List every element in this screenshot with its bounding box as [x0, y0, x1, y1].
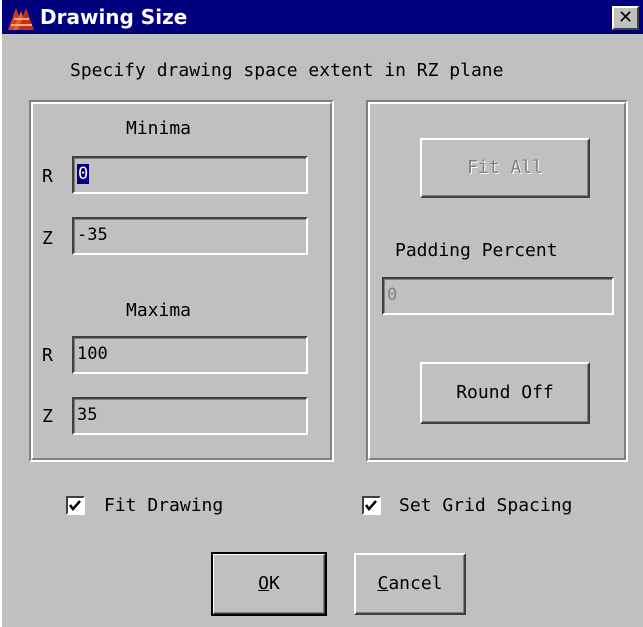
- minima-z-input[interactable]: -35: [72, 217, 308, 255]
- padding-percent-label: Padding Percent: [395, 240, 558, 261]
- ok-mnemonic: O: [258, 573, 269, 594]
- maxima-z-input[interactable]: 35: [72, 397, 308, 435]
- ok-button[interactable]: OK: [211, 552, 327, 616]
- ok-label-rest: K: [269, 573, 280, 594]
- close-button[interactable]: ✕: [612, 6, 639, 30]
- fit-all-button[interactable]: Fit All: [420, 138, 590, 198]
- set-grid-spacing-checkbox[interactable]: [362, 496, 381, 515]
- set-grid-spacing-label[interactable]: Set Grid Spacing: [399, 495, 572, 517]
- checkmark-icon: [69, 500, 81, 511]
- minima-r-input[interactable]: 0: [72, 156, 308, 194]
- fit-drawing-label[interactable]: Fit Drawing: [104, 495, 223, 517]
- minima-z-label: Z: [42, 228, 53, 249]
- cancel-label-rest: ancel: [388, 573, 443, 594]
- instruction-text: Specify drawing space extent in RZ plane: [70, 60, 504, 81]
- fit-drawing-checkbox[interactable]: [66, 496, 85, 515]
- maxima-z-value: 35: [77, 405, 98, 425]
- drawing-size-dialog: Drawing Size ✕ Specify drawing space ext…: [0, 0, 643, 627]
- round-off-button[interactable]: Round Off: [420, 362, 590, 424]
- round-off-label: Round Off: [456, 382, 554, 403]
- minima-heading: Minima: [126, 118, 192, 139]
- cancel-button[interactable]: Cancel: [354, 553, 466, 615]
- maxima-r-input[interactable]: 100: [72, 336, 308, 374]
- checkmark-icon: [365, 500, 377, 511]
- minima-r-label: R: [42, 166, 53, 187]
- maxima-heading: Maxima: [126, 300, 192, 321]
- title-bar[interactable]: Drawing Size ✕: [2, 0, 643, 34]
- minima-z-value: -35: [77, 225, 108, 245]
- maxima-r-label: R: [42, 345, 53, 366]
- dialog-title: Drawing Size: [40, 5, 188, 29]
- cancel-mnemonic: C: [377, 573, 389, 594]
- padding-percent-input[interactable]: 0: [382, 277, 614, 315]
- close-icon: ✕: [617, 7, 634, 28]
- fit-all-label: Fit All: [467, 157, 543, 178]
- maxima-z-label: Z: [42, 406, 53, 427]
- triangle-logo-icon: [8, 8, 34, 30]
- padding-percent-value: 0: [387, 285, 398, 305]
- maxima-r-value: 100: [77, 344, 108, 364]
- minima-r-value: 0: [77, 164, 90, 184]
